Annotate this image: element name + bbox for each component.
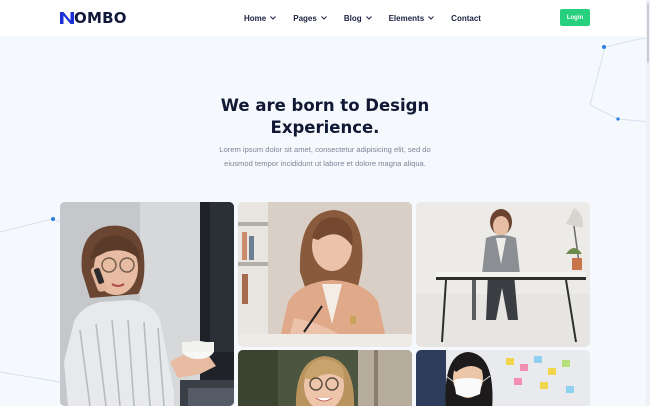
chevron-down-icon	[270, 16, 277, 20]
hero-subtitle-line2: eiusmod tempor incididunt ut labore et d…	[224, 159, 426, 168]
hero-subtitle: Lorem ipsum dolor sit amet, consectetur …	[195, 143, 455, 171]
nav-item-home[interactable]: Home	[244, 13, 277, 23]
hero-title-line1: We are born to Design	[220, 96, 430, 115]
gallery-photo-woman-with-mask[interactable]	[416, 350, 590, 406]
site-logo[interactable]: OMBO	[60, 9, 127, 27]
page-scrollbar[interactable]	[646, 0, 650, 406]
nav-item-label: Home	[244, 13, 267, 23]
nav-item-label: Pages	[293, 13, 317, 23]
photo-illustration	[238, 350, 412, 406]
gallery-photo-woman-smiling[interactable]	[238, 350, 412, 406]
photo-illustration	[238, 202, 412, 347]
nav-item-blog[interactable]: Blog	[344, 14, 372, 23]
hero-subtitle-line1: Lorem ipsum dolor sit amet, consectetur …	[219, 145, 431, 154]
nav-item-label: Blog	[343, 13, 362, 23]
logo-text: OMBO	[74, 9, 127, 27]
gallery-photo-woman-at-desk[interactable]	[416, 202, 590, 347]
nav-item-label: Contact	[451, 13, 481, 23]
chevron-down-icon	[428, 16, 435, 20]
photo-illustration	[416, 202, 590, 347]
hero-title: We are born to Design Experience.	[175, 95, 475, 139]
chevron-down-icon	[365, 16, 372, 20]
gallery-photo-woman-writing[interactable]	[238, 202, 412, 347]
logo-mark-icon	[60, 12, 74, 24]
nav-item-elements[interactable]: Elements	[389, 14, 435, 23]
photo-illustration	[416, 350, 590, 406]
hero-title-line2: Experience.	[270, 118, 380, 137]
main-nav: Home Pages Blog Elements Contact	[244, 0, 481, 36]
scrollbar-thumb[interactable]	[647, 3, 649, 63]
site-header: OMBO Home Pages Blog Elements Contact Lo…	[0, 0, 650, 36]
nav-item-contact[interactable]: Contact	[451, 14, 481, 23]
login-button[interactable]: Login	[560, 9, 590, 26]
nav-item-pages[interactable]: Pages	[293, 14, 327, 23]
nav-item-label: Elements	[388, 13, 425, 23]
chevron-down-icon	[320, 16, 327, 20]
photo-illustration	[60, 202, 234, 406]
gallery-photo-woman-on-phone[interactable]	[60, 202, 234, 406]
